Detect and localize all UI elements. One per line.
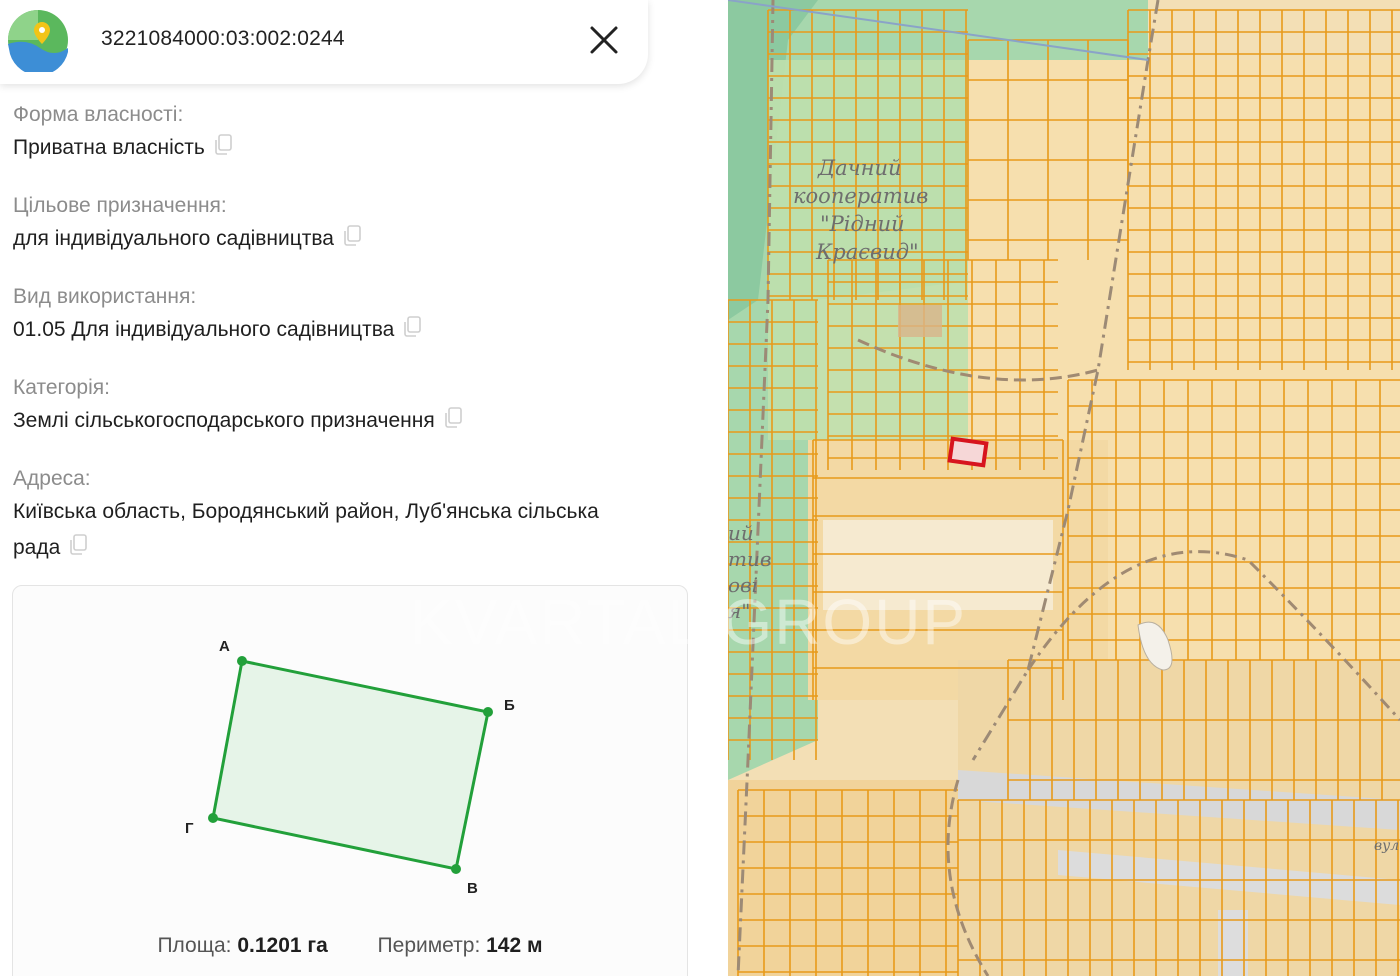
field-purpose: Цільове призначення: для індивідуального… [13, 191, 693, 257]
map-label: тив [728, 547, 772, 571]
vertex-point [483, 707, 493, 717]
selected-parcel[interactable] [947, 436, 989, 468]
copy-icon[interactable] [342, 225, 362, 247]
field-value: Землі сільськогосподарського призначення [13, 409, 435, 432]
perimeter-value: 142 м [486, 934, 543, 957]
vertex-point [237, 656, 247, 666]
field-usage: Вид використання: 01.05 Для індивідуальн… [13, 282, 693, 348]
field-label: Адреса: [13, 467, 91, 490]
map-label: ові [728, 573, 758, 597]
vertex-label: А [219, 638, 230, 655]
panel-header: 3221084000:03:002:0244 [0, 0, 648, 84]
map-label: Краєвид" [815, 240, 919, 264]
plot-shape-diagram: А Б В Г [185, 638, 515, 897]
field-value: рада [13, 536, 61, 559]
map-label: вул [1374, 838, 1399, 854]
map-label: кооператив [793, 184, 928, 208]
copy-icon[interactable] [68, 534, 88, 556]
plot-polygon [211, 659, 490, 871]
field-label: Вид використання: [13, 285, 197, 308]
field-label: Цільове призначення: [13, 194, 227, 217]
parcel-info-panel: 3221084000:03:002:0244 Форма власності: … [0, 0, 728, 976]
plot-shape-card: А Б В Г Площа: 0.1201 га Периметр: 142 м [12, 585, 688, 976]
vertex-point [451, 864, 461, 874]
perimeter-label: Периметр: [377, 934, 481, 957]
map-label: "Рідний [820, 212, 905, 236]
field-category: Категорія: Землі сільськогосподарського … [13, 373, 693, 439]
field-address: Адреса: Київська область, Бородянський р… [13, 464, 693, 566]
cadastral-number: 3221084000:03:002:0244 [101, 27, 345, 50]
map-label: Дачний [817, 156, 902, 180]
area-label: Площа: [157, 934, 232, 957]
map-pin-logo-icon [8, 10, 68, 72]
copy-icon[interactable] [213, 134, 233, 156]
plot-stats: Площа: 0.1201 га Периметр: 142 м [13, 934, 687, 958]
field-label: Категорія: [13, 376, 110, 399]
field-ownership: Форма власності: Приватна власність [13, 100, 693, 166]
close-icon[interactable] [586, 22, 622, 58]
area-value: 0.1201 га [237, 934, 328, 957]
vertex-label: Б [504, 697, 515, 714]
vertex-label: В [467, 880, 478, 897]
vertex-label: Г [185, 820, 194, 837]
copy-icon[interactable] [402, 316, 422, 338]
field-label: Форма власності: [13, 103, 184, 126]
copy-icon[interactable] [443, 407, 463, 429]
field-value: Приватна власність [13, 136, 205, 159]
map-label: ий [728, 521, 754, 545]
field-value: Київська область, Бородянський район, Лу… [13, 500, 599, 523]
field-value: для індивідуального садівництва [13, 227, 334, 250]
vertex-point [208, 813, 218, 823]
map-label: я" [728, 599, 750, 623]
field-value: 01.05 Для індивідуального садівництва [13, 318, 395, 341]
cadastral-map[interactable]: Дачний кооператив "Рідний Краєвид" ий ти… [728, 0, 1400, 976]
map-canvas[interactable]: Дачний кооператив "Рідний Краєвид" ий ти… [728, 0, 1400, 976]
